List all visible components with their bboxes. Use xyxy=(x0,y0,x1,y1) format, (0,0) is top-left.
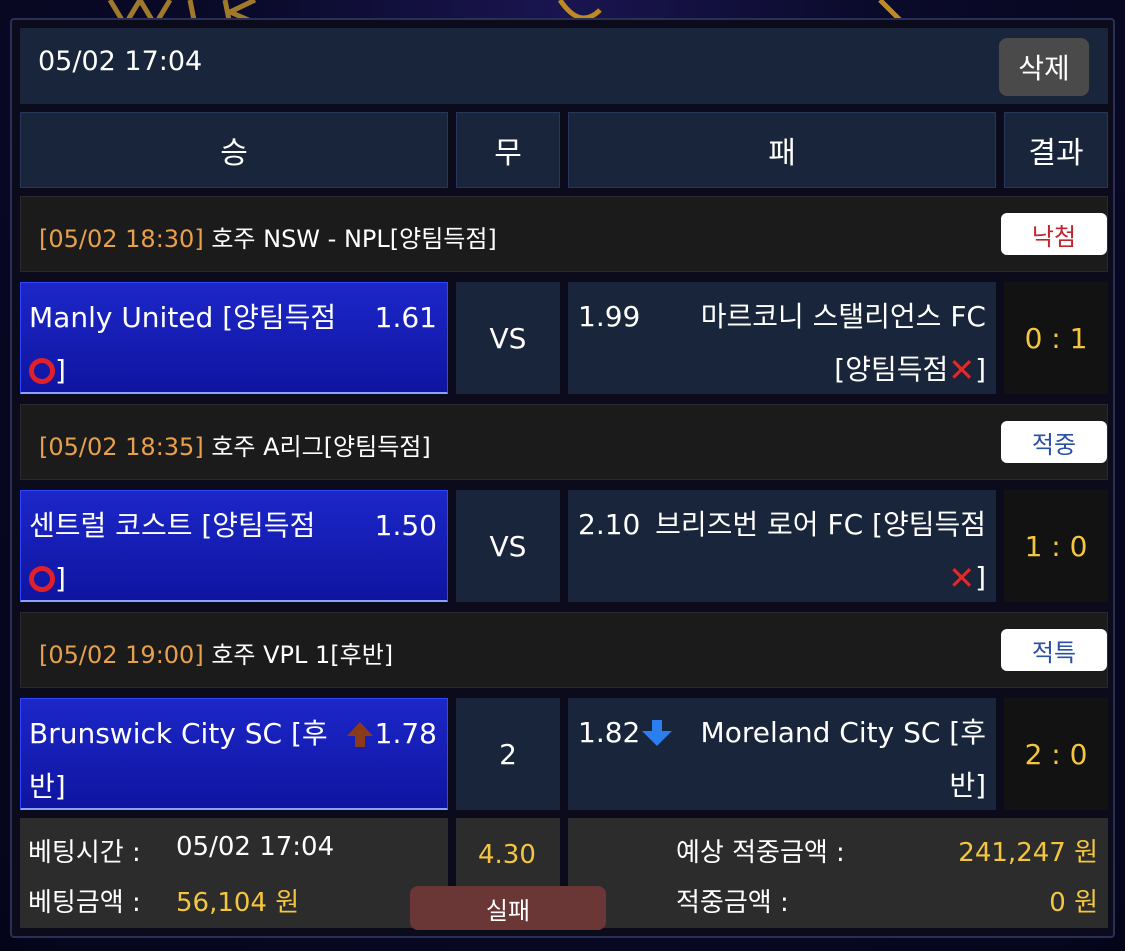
away-pick-cell[interactable]: 1.99 마르코니 스탤리언스 FC [양팀득점✕] xyxy=(568,282,996,394)
away-team: Moreland City SC [후반] xyxy=(700,716,986,802)
status-badge: 낙첨 xyxy=(1001,213,1107,255)
home-odds: 1.61 xyxy=(374,301,437,334)
column-header-draw: 무 xyxy=(456,112,560,188)
up-arrow-icon xyxy=(346,721,373,747)
bet-amount-value: 56,104 원 xyxy=(176,888,300,918)
win-amount-label: 적중금액 : xyxy=(676,888,789,918)
down-arrow-icon xyxy=(642,719,673,746)
bet-header: 05/02 17:04 삭제 xyxy=(20,28,1108,104)
bet-summary-left: 베팅시간 : 05/02 17:04 베팅금액 : 56,104 원 xyxy=(20,818,448,928)
expected-win-label: 예상 적중금액 : xyxy=(676,838,845,868)
bet-time-label: 베팅시간 : xyxy=(28,838,141,868)
league-name: 호주 A리그[양팀득점] xyxy=(211,433,431,461)
match-score: 2 : 0 xyxy=(1004,698,1108,810)
home-team: Brunswick City SC [후반] xyxy=(29,717,328,803)
away-pick-cell[interactable]: 2.10 브리즈번 로어 FC [양팀득점✕] xyxy=(568,490,996,602)
match-info: [05/02 18:30] 호주 NSW - NPL[양팀득점] xyxy=(39,219,497,254)
match-time: [05/02 18:30] xyxy=(39,225,204,253)
red-circle-icon xyxy=(29,358,55,384)
win-amount-value: 0 원 xyxy=(1049,888,1098,918)
status-badge: 적중 xyxy=(1001,421,1107,463)
match-time: [05/02 18:35] xyxy=(39,433,204,461)
match-score: 0 : 1 xyxy=(1004,282,1108,394)
match-score: 1 : 0 xyxy=(1004,490,1108,602)
bet-datetime: 05/02 17:04 xyxy=(38,46,203,77)
home-team: 센트럴 코스트 [양팀득점] xyxy=(29,509,316,595)
home-team: Manly United [양팀득점] xyxy=(29,301,337,387)
red-x-icon: ✕ xyxy=(948,559,976,597)
match-group-header: [05/02 19:00] 호주 VPL 1[후반] 적특 xyxy=(20,612,1108,688)
home-pick-cell[interactable]: 센트럴 코스트 [양팀득점] 1.50 xyxy=(20,490,448,602)
away-team: 마르코니 스탤리언스 FC [양팀득점✕] xyxy=(700,300,986,389)
home-odds: 1.78 xyxy=(374,717,437,750)
league-name: 호주 NSW - NPL[양팀득점] xyxy=(211,225,497,253)
status-badge: 적특 xyxy=(1001,629,1107,671)
red-x-icon: ✕ xyxy=(948,351,976,389)
delete-button[interactable]: 삭제 xyxy=(999,38,1089,96)
draw-cell[interactable]: 2 xyxy=(456,698,560,810)
home-odds: 1.50 xyxy=(374,509,437,542)
match-info: [05/02 18:35] 호주 A리그[양팀득점] xyxy=(39,427,431,462)
away-team: 브리즈번 로어 FC [양팀득점✕] xyxy=(655,508,986,597)
expected-win-value: 241,247 원 xyxy=(958,838,1098,868)
red-circle-icon xyxy=(29,566,55,592)
away-odds: 2.10 xyxy=(578,508,641,541)
outcome-badge: 실패 xyxy=(410,886,606,930)
column-header-win: 승 xyxy=(20,112,448,188)
home-pick-cell[interactable]: Brunswick City SC [후반] 1.78 xyxy=(20,698,448,810)
column-header-result: 결과 xyxy=(1004,112,1108,188)
home-odds-wrap: 1.78 xyxy=(345,707,437,760)
match-group-header: [05/02 18:35] 호주 A리그[양팀득점] 적중 xyxy=(20,404,1108,480)
bet-amount-label: 베팅금액 : xyxy=(28,888,141,918)
bet-time-value: 05/02 17:04 xyxy=(176,832,335,862)
away-odds: 1.99 xyxy=(578,300,641,333)
away-odds: 1.82 xyxy=(578,716,641,749)
match-group-header: [05/02 18:30] 호주 NSW - NPL[양팀득점] 낙첨 xyxy=(20,196,1108,272)
league-name: 호주 VPL 1[후반] xyxy=(211,641,394,669)
away-pick-cell[interactable]: 1.82 Moreland City SC [후반] xyxy=(568,698,996,810)
draw-cell[interactable]: VS xyxy=(456,490,560,602)
match-info: [05/02 19:00] 호주 VPL 1[후반] xyxy=(39,635,393,670)
total-odds: 4.30 xyxy=(478,840,536,870)
draw-cell[interactable]: VS xyxy=(456,282,560,394)
column-header-lose: 패 xyxy=(568,112,996,188)
match-time: [05/02 19:00] xyxy=(39,641,204,669)
away-odds-wrap: 1.82 xyxy=(578,706,674,759)
bet-summary-right: 예상 적중금액 : 241,247 원 적중금액 : 0 원 xyxy=(568,818,1108,928)
home-pick-cell[interactable]: Manly United [양팀득점] 1.61 xyxy=(20,282,448,394)
